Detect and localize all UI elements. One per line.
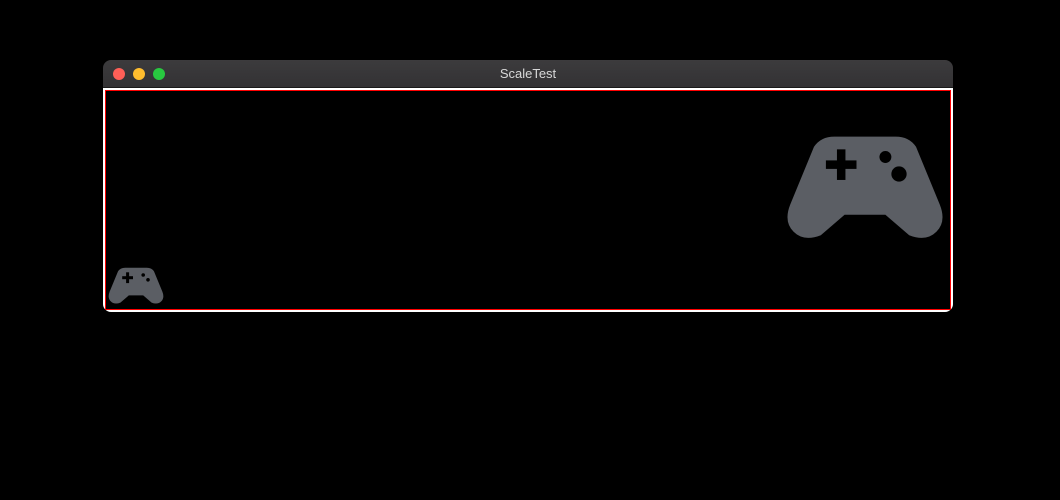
app-window: ScaleTest [103, 60, 953, 312]
titlebar[interactable]: ScaleTest [103, 60, 953, 88]
game-controller-icon [106, 251, 166, 311]
window-controls [103, 68, 165, 80]
canvas [105, 90, 951, 310]
close-button[interactable] [113, 68, 125, 80]
game-controller-icon [780, 89, 950, 259]
content-area [103, 88, 953, 312]
window-title: ScaleTest [103, 66, 953, 81]
zoom-button[interactable] [153, 68, 165, 80]
minimize-button[interactable] [133, 68, 145, 80]
